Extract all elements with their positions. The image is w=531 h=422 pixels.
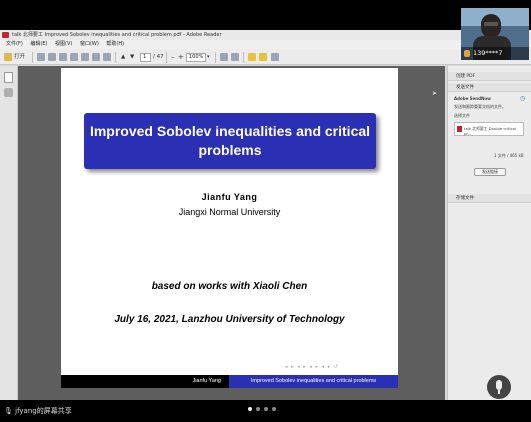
- menu-edit[interactable]: 编辑(E): [30, 41, 47, 47]
- file-name: talk 北师要工 Double critical pr...: [464, 126, 517, 136]
- glasses: [484, 22, 498, 26]
- comment-icon[interactable]: [70, 53, 78, 61]
- save-icon[interactable]: [48, 53, 56, 61]
- open-folder-icon[interactable]: [4, 53, 12, 61]
- mouse-cursor-icon: ➤: [432, 90, 438, 97]
- page-number-input[interactable]: 1: [140, 53, 151, 62]
- slide-affiliation: Jiangxi Normal University: [178, 207, 281, 217]
- select-file-label: 选择文件: [454, 113, 470, 118]
- page-dot[interactable]: [256, 407, 260, 411]
- toolbar-divider: [115, 52, 116, 63]
- toolbar-divider: [243, 52, 244, 63]
- microphone-stand: [498, 390, 500, 394]
- menu-file[interactable]: 文件(F): [6, 41, 23, 47]
- print-icon[interactable]: [37, 53, 45, 61]
- zoom-dropdown-icon[interactable]: ▾: [207, 53, 210, 62]
- menu-help[interactable]: 帮助(H): [106, 41, 124, 47]
- fit-width-icon[interactable]: [231, 53, 239, 61]
- window-title: talk 北师要工 Improved Sobolev inequalities …: [12, 32, 222, 38]
- send-hint: 发送和跟踪重要文档的文件。: [454, 104, 506, 109]
- open-label[interactable]: 打开: [14, 53, 25, 62]
- menu-window[interactable]: 窗口(W): [80, 41, 99, 47]
- slide-footer-author: Jianfu Yang: [61, 375, 229, 388]
- microphone-icon: [496, 380, 502, 390]
- zoom-in-icon[interactable]: +: [178, 53, 184, 62]
- page-total: / 47: [153, 54, 164, 60]
- microphone-icon: 🎙: [4, 407, 13, 415]
- slide-title: Improved Sobolev inequalities and critic…: [84, 113, 376, 169]
- pdf-file-icon: [457, 126, 462, 132]
- page-dot[interactable]: [264, 407, 268, 411]
- send-link-button[interactable]: 发送链接: [474, 168, 506, 176]
- slide-based-on: based on works with Xiaoli Chen: [151, 281, 308, 292]
- toolbar: 打开 ▲ ▼ 1 / 47 – + 100% ▾: [0, 49, 531, 65]
- file-count: 1 文件 / 465 kB: [494, 153, 524, 158]
- attachment-icon[interactable]: [4, 88, 13, 97]
- sticky-note-icon[interactable]: [259, 53, 267, 61]
- tools-panel: 创建 PDF 发送文件 Adobe SendNow ◷ 发送和跟踪重要文档的文件…: [447, 66, 531, 400]
- zoom-out-icon[interactable]: –: [171, 53, 175, 62]
- page-dot-active[interactable]: [248, 407, 252, 411]
- navigation-rail: [0, 66, 18, 400]
- participant-label: 139****7: [461, 47, 529, 60]
- participant-name: 139****7: [473, 49, 503, 57]
- file-list[interactable]: talk 北师要工 Double critical pr...: [454, 122, 524, 136]
- pdf-icon: [2, 32, 9, 38]
- prev-page-icon[interactable]: ▲: [121, 53, 125, 62]
- highlight-icon[interactable]: [248, 53, 256, 61]
- panel-section-send-files[interactable]: 发送文件: [448, 83, 531, 92]
- email-icon[interactable]: [92, 53, 100, 61]
- title-bar: talk 北师要工 Improved Sobolev inequalities …: [0, 30, 531, 40]
- fit-page-icon[interactable]: [220, 53, 228, 61]
- share-icon[interactable]: [81, 53, 89, 61]
- menu-view[interactable]: 视图(V): [55, 41, 72, 47]
- toolbar-divider: [32, 52, 33, 63]
- edit-icon[interactable]: [59, 53, 67, 61]
- panel-section-create-pdf[interactable]: 创建 PDF: [448, 72, 531, 81]
- zoom-level-select[interactable]: 100%: [186, 53, 206, 62]
- mic-muted-icon: [464, 50, 470, 57]
- page-thumbnails-icon[interactable]: [4, 72, 13, 83]
- slide-date-venue: July 16, 2021, Lanzhou University of Tec…: [114, 314, 345, 325]
- microphone-button[interactable]: [487, 375, 511, 399]
- security-icon[interactable]: [103, 53, 111, 61]
- sign-icon[interactable]: [271, 53, 279, 61]
- menu-bar: 文件(F) 编辑(E) 视图(V) 窗口(W) 帮助(H): [0, 40, 531, 49]
- next-page-icon[interactable]: ▼: [130, 53, 134, 62]
- beamer-nav-icons[interactable]: ◂ ▸ ◂ ▸ ◂ ▸ ◂ ▸ ↺: [285, 364, 339, 370]
- screen-share-label: 🎙 jfyang的屏幕共享: [4, 406, 72, 416]
- panel-section-store-files[interactable]: 存储文件: [448, 194, 531, 203]
- slide-author: Jianfu Yang: [201, 192, 258, 202]
- info-icon[interactable]: ◷: [520, 96, 525, 102]
- toolbar-divider: [215, 52, 216, 63]
- participant-head: [481, 14, 501, 38]
- slide-footer-title: Improved Sobolev inequalities and critic…: [229, 375, 398, 388]
- send-service-label: Adobe SendNow: [454, 96, 491, 101]
- page-dot[interactable]: [272, 407, 276, 411]
- toolbar-divider: [166, 52, 167, 63]
- share-owner-label: jfyang的屏幕共享: [15, 407, 72, 415]
